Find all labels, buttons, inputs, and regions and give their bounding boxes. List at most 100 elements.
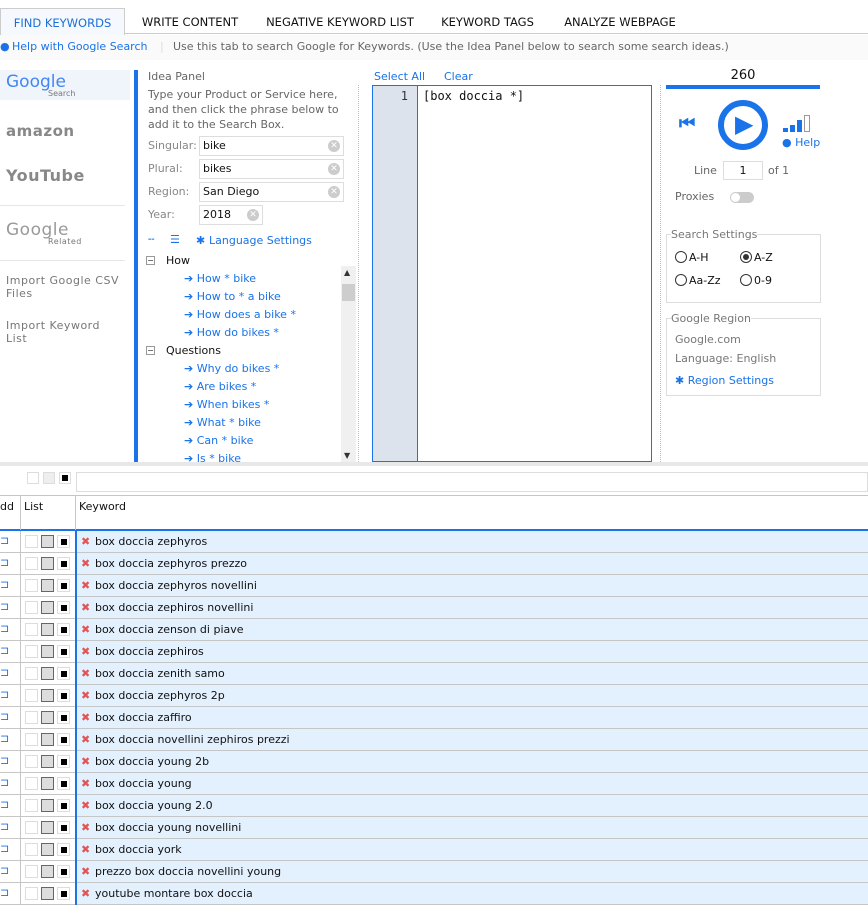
list-checkbox-partial[interactable] bbox=[41, 579, 54, 592]
list-checkbox-none[interactable] bbox=[25, 843, 38, 856]
list-checkbox-all[interactable] bbox=[57, 887, 70, 900]
remove-icon[interactable]: ✖ bbox=[81, 685, 90, 706]
list-checkbox-all[interactable] bbox=[57, 535, 70, 548]
add-icon[interactable]: ⊐ bbox=[0, 534, 9, 547]
clear-link[interactable]: Clear bbox=[444, 70, 473, 83]
list-checkbox-partial[interactable] bbox=[41, 821, 54, 834]
collapse-icon[interactable]: − bbox=[146, 256, 155, 265]
remove-icon[interactable]: ✖ bbox=[81, 861, 90, 882]
radio-a-h[interactable]: A-H bbox=[675, 251, 709, 264]
list-checkbox-none[interactable] bbox=[25, 821, 38, 834]
add-icon[interactable]: ⊐ bbox=[0, 578, 9, 591]
expand-all-icon[interactable]: ☰ bbox=[170, 233, 180, 246]
table-row[interactable]: ⊐ ✖ box doccia zenson di piave bbox=[0, 619, 868, 641]
idea-phrase[interactable]: ➔ Why do bikes * bbox=[184, 362, 279, 375]
table-row[interactable]: ⊐ ✖ prezzo box doccia novellini young bbox=[0, 861, 868, 883]
table-row[interactable]: ⊐ ✖ box doccia zephiros bbox=[0, 641, 868, 663]
remove-icon[interactable]: ✖ bbox=[81, 817, 90, 838]
add-icon[interactable]: ⊐ bbox=[0, 820, 9, 833]
list-checkbox-none[interactable] bbox=[25, 755, 38, 768]
list-checkbox-partial[interactable] bbox=[41, 799, 54, 812]
idea-phrase[interactable]: ➔ How do bikes * bbox=[184, 326, 279, 339]
table-row[interactable]: ⊐ ✖ box doccia young 2.0 bbox=[0, 795, 868, 817]
list-checkbox-none[interactable] bbox=[25, 579, 38, 592]
region-settings-link[interactable]: ✱ Region Settings bbox=[675, 374, 774, 387]
idea-phrase[interactable]: ➔ Can * bike bbox=[184, 434, 253, 447]
list-checkbox-partial[interactable] bbox=[41, 645, 54, 658]
table-row[interactable]: ⊐ ✖ box doccia zephyros novellini bbox=[0, 575, 868, 597]
tab-find-keywords[interactable]: FIND KEYWORDS bbox=[0, 8, 125, 35]
list-checkbox-all[interactable] bbox=[57, 711, 70, 724]
table-row[interactable]: ⊐ ✖ box doccia young bbox=[0, 773, 868, 795]
add-icon[interactable]: ⊐ bbox=[0, 622, 9, 635]
tree-group[interactable]: Questions bbox=[166, 344, 221, 357]
list-checkbox-partial[interactable] bbox=[41, 755, 54, 768]
remove-icon[interactable]: ✖ bbox=[81, 663, 90, 684]
list-checkbox-partial[interactable] bbox=[41, 777, 54, 790]
list-checkbox-none[interactable] bbox=[25, 535, 38, 548]
import-csv-button[interactable]: Import Google CSV Files bbox=[6, 274, 126, 300]
list-checkbox-none[interactable] bbox=[25, 667, 38, 680]
remove-icon[interactable]: ✖ bbox=[81, 729, 90, 750]
idea-phrase[interactable]: ➔ Is * bike bbox=[184, 452, 241, 462]
idea-phrase[interactable]: ➔ How * bike bbox=[184, 272, 256, 285]
select-all-link[interactable]: Select All bbox=[374, 70, 425, 83]
list-checkbox-all[interactable] bbox=[57, 733, 70, 746]
radio-0-9[interactable]: 0-9 bbox=[740, 274, 772, 287]
add-icon[interactable]: ⊐ bbox=[0, 710, 9, 723]
list-checkbox-all[interactable] bbox=[57, 623, 70, 636]
tab-negative-keyword-list[interactable]: NEGATIVE KEYWORD LIST bbox=[255, 8, 425, 35]
table-row[interactable]: ⊐ ✖ box doccia zaffiro bbox=[0, 707, 868, 729]
list-checkbox-all[interactable] bbox=[57, 799, 70, 812]
list-checkbox-none[interactable] bbox=[25, 865, 38, 878]
rewind-icon[interactable]: ⏮ bbox=[679, 113, 695, 134]
proxies-toggle[interactable] bbox=[730, 192, 754, 203]
source-google-search[interactable]: Google Search bbox=[0, 70, 130, 100]
list-checkbox-partial[interactable] bbox=[41, 887, 54, 900]
add-icon[interactable]: ⊐ bbox=[0, 688, 9, 701]
idea-phrase[interactable]: ➔ Are bikes * bbox=[184, 380, 256, 393]
filter-none[interactable] bbox=[27, 472, 39, 484]
table-row[interactable]: ⊐ ✖ box doccia zephyros 2p bbox=[0, 685, 868, 707]
filter-all[interactable] bbox=[59, 472, 71, 484]
list-checkbox-partial[interactable] bbox=[41, 623, 54, 636]
list-checkbox-none[interactable] bbox=[25, 623, 38, 636]
tree-group[interactable]: How bbox=[166, 254, 190, 267]
remove-icon[interactable]: ✖ bbox=[81, 531, 90, 552]
singular-input[interactable]: bike ✕ bbox=[199, 136, 344, 156]
add-icon[interactable]: ⊐ bbox=[0, 842, 9, 855]
table-row[interactable]: ⊐ ✖ box doccia novellini zephiros prezzi bbox=[0, 729, 868, 751]
region-input[interactable]: San Diego ✕ bbox=[199, 182, 344, 202]
list-checkbox-partial[interactable] bbox=[41, 689, 54, 702]
list-checkbox-partial[interactable] bbox=[41, 667, 54, 680]
add-icon[interactable]: ⊐ bbox=[0, 776, 9, 789]
source-youtube[interactable]: YouTube bbox=[6, 166, 85, 185]
search-box-editor[interactable]: 1 [box doccia *] bbox=[372, 85, 652, 462]
table-row[interactable]: ⊐ ✖ box doccia zephiros novellini bbox=[0, 597, 868, 619]
add-icon[interactable]: ⊐ bbox=[0, 556, 9, 569]
list-checkbox-all[interactable] bbox=[57, 557, 70, 570]
list-checkbox-all[interactable] bbox=[57, 843, 70, 856]
remove-icon[interactable]: ✖ bbox=[81, 641, 90, 662]
remove-icon[interactable]: ✖ bbox=[81, 553, 90, 574]
list-checkbox-partial[interactable] bbox=[41, 865, 54, 878]
idea-phrase[interactable]: ➔ What * bike bbox=[184, 416, 261, 429]
list-checkbox-all[interactable] bbox=[57, 865, 70, 878]
idea-phrase[interactable]: ➔ How does a bike * bbox=[184, 308, 296, 321]
speed-icon[interactable] bbox=[783, 112, 818, 132]
list-checkbox-none[interactable] bbox=[25, 887, 38, 900]
remove-icon[interactable]: ✖ bbox=[81, 597, 90, 618]
filter-partial[interactable] bbox=[43, 472, 55, 484]
add-icon[interactable]: ⊐ bbox=[0, 754, 9, 767]
idea-phrase[interactable]: ➔ How to * a bike bbox=[184, 290, 281, 303]
year-input[interactable]: 2018 ✕ bbox=[199, 205, 263, 225]
help-link[interactable]: ● Help bbox=[782, 136, 820, 149]
list-checkbox-partial[interactable] bbox=[41, 535, 54, 548]
radio-aa-zz[interactable]: Aa-Zz bbox=[675, 274, 721, 287]
list-checkbox-partial[interactable] bbox=[41, 601, 54, 614]
tab-write-content[interactable]: WRITE CONTENT bbox=[125, 8, 255, 35]
list-checkbox-none[interactable] bbox=[25, 689, 38, 702]
play-button[interactable]: ▶ bbox=[718, 100, 768, 150]
table-row[interactable]: ⊐ ✖ box doccia young novellini bbox=[0, 817, 868, 839]
list-checkbox-partial[interactable] bbox=[41, 711, 54, 724]
